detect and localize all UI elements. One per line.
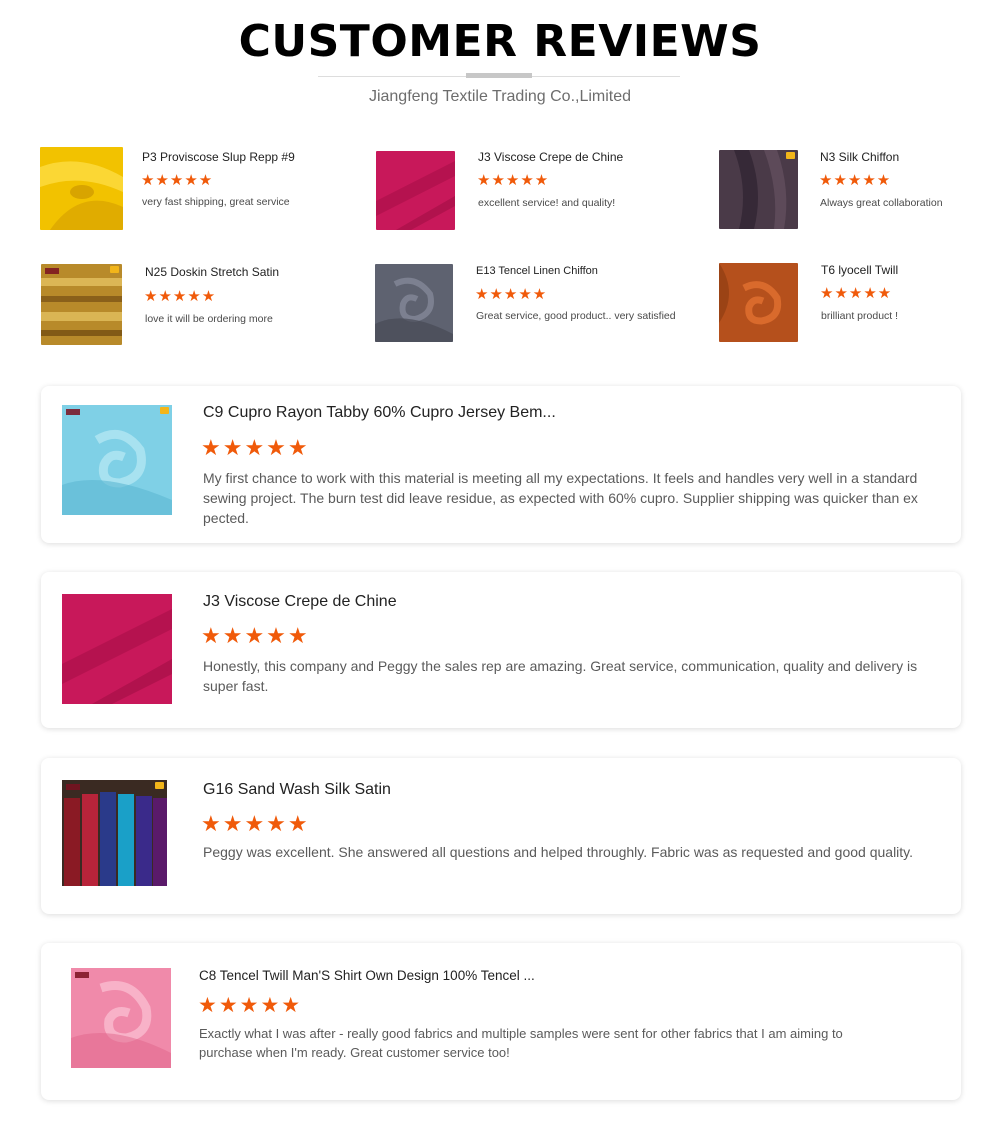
review-text: very fast shipping, great service [142, 196, 290, 208]
review-card[interactable]: C9 Cupro Rayon Tabby 60% Cupro Jersey Be… [41, 386, 961, 543]
star-rating: ★★★★★ [475, 286, 548, 303]
fabric-swatch-image[interactable] [62, 405, 172, 515]
product-name[interactable]: J3 Viscose Crepe de Chine [203, 592, 397, 612]
fabric-swatch-image[interactable] [719, 263, 798, 342]
fabric-swatch-image[interactable] [71, 968, 171, 1068]
review-text: Great service, good product.. very satis… [476, 310, 676, 322]
product-name[interactable]: C9 Cupro Rayon Tabby 60% Cupro Jersey Be… [203, 403, 556, 423]
review-text: Always great collaboration [820, 197, 943, 209]
brand-logo-icon [45, 268, 59, 274]
title-accent-bar [466, 73, 532, 78]
company-name: Jiangfeng Textile Trading Co.,Limited [368, 88, 632, 105]
review-card[interactable]: C8 Tencel Twill Man'S Shirt Own Design 1… [41, 943, 961, 1100]
fabric-swatch-image[interactable] [376, 151, 455, 230]
star-rating: ★★★★★ [477, 172, 550, 189]
mini-review[interactable]: N25 Doskin Stretch Satin ★★★★★ love it w… [41, 264, 341, 346]
page-title: CUSTOMER REVIEWS [238, 16, 762, 67]
fabric-swatch-image[interactable] [41, 264, 122, 345]
star-rating: ★★★★★ [141, 172, 214, 189]
star-rating: ★★★★★ [201, 623, 310, 648]
crown-badge-icon [110, 266, 119, 273]
review-text: love it will be ordering more [145, 313, 273, 325]
product-name[interactable]: P3 Proviscose Slup Repp #9 [142, 150, 295, 164]
star-rating: ★★★★★ [201, 811, 310, 836]
fabric-swatch-image[interactable] [62, 780, 167, 886]
star-rating: ★★★★★ [819, 172, 892, 189]
review-text: My first chance to work with this materi… [203, 470, 918, 526]
fabric-swatch-image[interactable] [62, 594, 172, 704]
brand-logo-icon [75, 972, 89, 978]
product-name[interactable]: C8 Tencel Twill Man'S Shirt Own Design 1… [199, 966, 535, 986]
review-text: excellent service! and quality! [478, 197, 616, 209]
review-text: brilliant product ! [821, 310, 899, 322]
crown-badge-icon [160, 407, 169, 414]
mini-review[interactable]: P3 Proviscose Slup Repp #9 ★★★★★ very fa… [40, 147, 340, 231]
star-rating: ★★★★★ [201, 435, 310, 460]
product-name[interactable]: N3 Silk Chiffon [820, 150, 899, 164]
review-card[interactable]: G16 Sand Wash Silk Satin ★★★★★ Peggy was… [41, 758, 961, 914]
review-card[interactable]: J3 Viscose Crepe de Chine ★★★★★ Honestly… [41, 572, 961, 728]
product-name[interactable]: T6 lyocell Twill [821, 263, 898, 277]
product-name[interactable]: N25 Doskin Stretch Satin [145, 265, 279, 279]
crown-badge-icon [786, 152, 795, 159]
brand-logo-icon [66, 409, 80, 415]
product-name[interactable]: G16 Sand Wash Silk Satin [203, 780, 391, 800]
product-name[interactable]: E13 Tencel Linen Chiffon [476, 264, 598, 278]
star-rating: ★★★★★ [144, 288, 217, 305]
mini-review[interactable]: N3 Silk Chiffon ★★★★★ Always great colla… [719, 150, 989, 230]
review-text: Honestly, this company and Peggy the sal… [203, 658, 918, 694]
product-name[interactable]: J3 Viscose Crepe de Chine [478, 150, 623, 164]
crown-badge-icon [155, 782, 164, 789]
fabric-swatch-image[interactable] [40, 147, 123, 230]
mini-review[interactable]: J3 Viscose Crepe de Chine ★★★★★ excellen… [376, 150, 676, 231]
fabric-swatch-image[interactable] [375, 264, 453, 342]
review-text: Peggy was excellent. She answered all qu… [203, 844, 914, 860]
mini-review[interactable]: E13 Tencel Linen Chiffon ★★★★★ Great ser… [375, 264, 695, 342]
mini-review[interactable]: T6 lyocell Twill ★★★★★ brilliant product… [719, 263, 989, 343]
star-rating: ★★★★★ [820, 285, 893, 302]
star-rating: ★★★★★ [198, 994, 303, 1017]
brand-logo-icon [66, 784, 80, 790]
review-text: Exactly what I was after - really good f… [199, 1026, 843, 1060]
fabric-swatch-image[interactable] [719, 150, 798, 229]
